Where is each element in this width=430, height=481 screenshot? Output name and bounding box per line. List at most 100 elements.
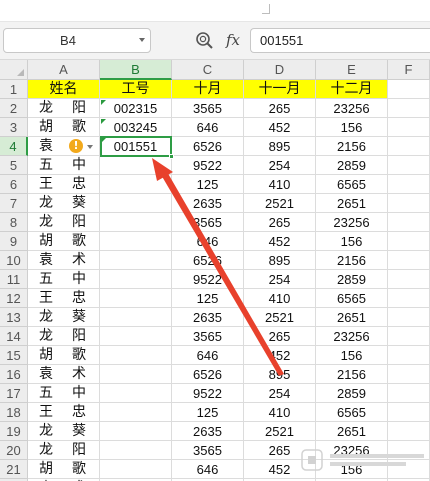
value-cell[interactable]: 2156 [316,251,388,270]
col-header-e[interactable]: E [316,60,388,80]
col-header-c[interactable]: C [172,60,244,80]
id-cell[interactable] [100,441,172,460]
value-cell[interactable]: 2859 [316,156,388,175]
value-cell[interactable]: 2859 [316,384,388,403]
name-cell[interactable]: 王忠 [28,175,100,194]
value-cell[interactable]: 895 [244,365,316,384]
value-cell[interactable]: 9522 [172,270,244,289]
value-cell[interactable]: 2156 [316,365,388,384]
zoom-icon[interactable] [194,30,216,52]
id-cell[interactable] [100,422,172,441]
id-cell[interactable] [100,270,172,289]
value-cell[interactable]: 452 [244,460,316,479]
id-cell[interactable] [100,232,172,251]
value-cell[interactable]: 6526 [172,365,244,384]
select-all-corner[interactable] [0,60,28,80]
row-header[interactable]: 2 [0,99,28,118]
row-header[interactable]: 17 [0,384,28,403]
value-cell[interactable]: 2521 [244,308,316,327]
empty-cell[interactable] [388,175,430,194]
empty-cell[interactable] [388,308,430,327]
id-cell[interactable] [100,403,172,422]
name-cell[interactable]: 胡歌 [28,232,100,251]
row-header[interactable]: 12 [0,289,28,308]
value-cell[interactable]: 3565 [172,441,244,460]
id-cell[interactable] [100,156,172,175]
value-cell[interactable]: 2859 [316,270,388,289]
value-cell[interactable]: 9522 [172,384,244,403]
name-cell[interactable]: 五中 [28,156,100,175]
value-cell[interactable]: 2651 [316,308,388,327]
value-cell[interactable]: 452 [244,118,316,137]
row-header[interactable]: 3 [0,118,28,137]
value-cell[interactable]: 2521 [244,422,316,441]
empty-cell[interactable] [388,118,430,137]
row-header[interactable]: 8 [0,213,28,232]
value-cell[interactable]: 156 [316,460,388,479]
value-cell[interactable]: 452 [244,346,316,365]
value-cell[interactable]: 125 [172,289,244,308]
value-cell[interactable]: 6526 [172,251,244,270]
empty-cell[interactable] [388,213,430,232]
id-cell[interactable] [100,308,172,327]
name-cell[interactable]: 五中 [28,384,100,403]
empty-cell[interactable] [388,232,430,251]
name-cell[interactable]: 龙阳 [28,327,100,346]
value-cell[interactable]: 265 [244,441,316,460]
id-cell[interactable] [100,194,172,213]
empty-cell[interactable] [388,156,430,175]
id-cell[interactable] [100,213,172,232]
value-cell[interactable]: 3565 [172,99,244,118]
empty-cell[interactable] [388,422,430,441]
value-cell[interactable]: 23256 [316,441,388,460]
empty-cell[interactable] [388,80,430,99]
value-cell[interactable]: 265 [244,213,316,232]
value-cell[interactable]: 410 [244,403,316,422]
row-header[interactable]: 13 [0,308,28,327]
empty-cell[interactable] [388,270,430,289]
empty-cell[interactable] [388,194,430,213]
row-header[interactable]: 21 [0,460,28,479]
value-cell[interactable]: 410 [244,175,316,194]
header-cell[interactable]: 十二月 [316,80,388,99]
name-cell[interactable]: 王忠 [28,289,100,308]
chevron-down-icon[interactable] [87,145,93,149]
empty-cell[interactable] [388,403,430,422]
row-header[interactable]: 5 [0,156,28,175]
row-header[interactable]: 16 [0,365,28,384]
name-box[interactable]: B4 [3,28,151,53]
value-cell[interactable]: 156 [316,118,388,137]
value-cell[interactable]: 410 [244,289,316,308]
warning-icon[interactable]: ! [69,139,83,153]
name-cell[interactable]: 龙阳 [28,213,100,232]
name-cell[interactable]: 袁术 [28,365,100,384]
value-cell[interactable]: 895 [244,251,316,270]
value-cell[interactable]: 254 [244,270,316,289]
row-header[interactable]: 19 [0,422,28,441]
empty-cell[interactable] [388,327,430,346]
value-cell[interactable]: 646 [172,232,244,251]
id-cell[interactable] [100,175,172,194]
empty-cell[interactable] [388,99,430,118]
value-cell[interactable]: 646 [172,346,244,365]
function-icon[interactable]: fx [222,29,244,51]
name-cell[interactable]: 胡歌 [28,346,100,365]
value-cell[interactable]: 2635 [172,422,244,441]
id-cell[interactable] [100,289,172,308]
value-cell[interactable]: 265 [244,327,316,346]
value-cell[interactable]: 156 [316,232,388,251]
col-header-b[interactable]: B [100,60,172,80]
empty-cell[interactable] [388,346,430,365]
id-cell[interactable] [100,251,172,270]
id-cell[interactable] [100,327,172,346]
header-cell[interactable]: 十月 [172,80,244,99]
id-cell[interactable]: 001551 [100,137,172,156]
name-cell[interactable]: 五中 [28,270,100,289]
row-header[interactable]: 1 [0,80,28,99]
formula-input[interactable]: 001551 [250,28,430,53]
value-cell[interactable]: 254 [244,156,316,175]
value-cell[interactable]: 3565 [172,327,244,346]
header-cell[interactable]: 姓名 [28,80,100,99]
id-cell[interactable] [100,346,172,365]
id-cell[interactable]: 003245 [100,118,172,137]
